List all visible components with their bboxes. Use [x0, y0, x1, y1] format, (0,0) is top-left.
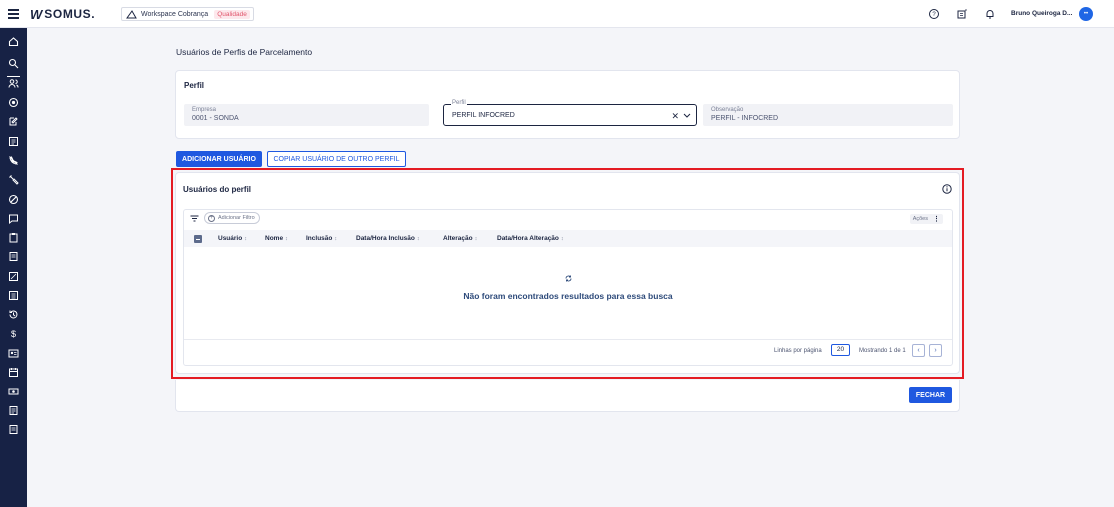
workspace-label: Workspace Cobrança: [141, 10, 209, 18]
users-icon[interactable]: [8, 78, 19, 89]
message-icon[interactable]: [8, 213, 19, 224]
logo-text: SOMUS.: [44, 7, 96, 21]
target-icon[interactable]: [8, 97, 19, 108]
empresa-field: Empresa 0001 - SONDA: [184, 104, 429, 126]
no-phone-icon[interactable]: [8, 155, 19, 166]
observacao-value: PERFIL - INFOCRED: [711, 115, 779, 122]
tools-icon[interactable]: [8, 174, 19, 185]
bell-icon[interactable]: [984, 8, 996, 20]
sidebar-divider: [7, 76, 20, 77]
clear-icon[interactable]: ✕: [671, 111, 679, 122]
document-icon[interactable]: [8, 251, 19, 262]
workspace-badge: Qualidade: [214, 9, 250, 19]
history-icon[interactable]: [8, 309, 19, 320]
contact-card-icon[interactable]: [8, 348, 19, 359]
home-icon[interactable]: [8, 36, 19, 47]
board-icon[interactable]: [8, 136, 19, 147]
workspace-selector[interactable]: Workspace Cobrança Qualidade: [121, 7, 254, 21]
top-bar: W SOMUS. Workspace Cobrança Qualidade ? …: [0, 0, 1114, 28]
highlight-box: [171, 168, 964, 379]
close-button[interactable]: FECHAR: [909, 387, 952, 403]
menu-icon[interactable]: [8, 9, 19, 19]
copy-user-button[interactable]: COPIAR USUÁRIO DE OUTRO PERFIL: [267, 151, 406, 167]
help-icon[interactable]: ?: [928, 8, 940, 20]
clipboard-icon[interactable]: [8, 232, 19, 243]
report-icon[interactable]: [8, 405, 19, 416]
svg-text:$: $: [11, 329, 16, 339]
money-icon[interactable]: [8, 386, 19, 397]
chevron-down-icon[interactable]: [683, 112, 691, 119]
calendar-icon[interactable]: [8, 367, 19, 378]
search-icon[interactable]: [8, 58, 19, 69]
observacao-label: Observação: [711, 107, 744, 113]
user-name[interactable]: Bruno Queiroga D...: [1011, 10, 1072, 17]
edit-icon[interactable]: [8, 116, 19, 127]
empresa-value: 0001 - SONDA: [192, 115, 239, 122]
report2-icon[interactable]: [8, 424, 19, 435]
empresa-label: Empresa: [192, 107, 217, 113]
observacao-field: Observação PERFIL - INFOCRED: [703, 104, 953, 126]
apps-icon[interactable]: [956, 8, 968, 20]
sidebar: $: [0, 28, 27, 507]
footer-card: FECHAR: [175, 380, 960, 412]
perfil-card-title: Perfil: [184, 81, 205, 90]
perfil-label: Perfil: [451, 100, 467, 106]
dollar-icon[interactable]: $: [8, 328, 19, 339]
ban-icon[interactable]: [8, 194, 19, 205]
workspace-icon: [126, 9, 137, 18]
screen-icon[interactable]: [8, 290, 19, 301]
avatar[interactable]: ••: [1079, 7, 1093, 21]
perfil-select[interactable]: Perfil PERFIL INFOCRED ✕: [443, 100, 697, 126]
add-user-button[interactable]: ADICIONAR USUÁRIO: [176, 151, 262, 167]
perfil-card: Perfil Empresa 0001 - SONDA Perfil PERFI…: [175, 70, 960, 139]
id-card-icon[interactable]: [8, 271, 19, 282]
svg-text:?: ?: [932, 12, 936, 18]
logo[interactable]: W SOMUS.: [30, 6, 96, 22]
logo-mark: W: [30, 6, 42, 22]
page-title: Usuários de Perfis de Parcelamento: [176, 47, 313, 57]
perfil-value: PERFIL INFOCRED: [452, 112, 515, 119]
